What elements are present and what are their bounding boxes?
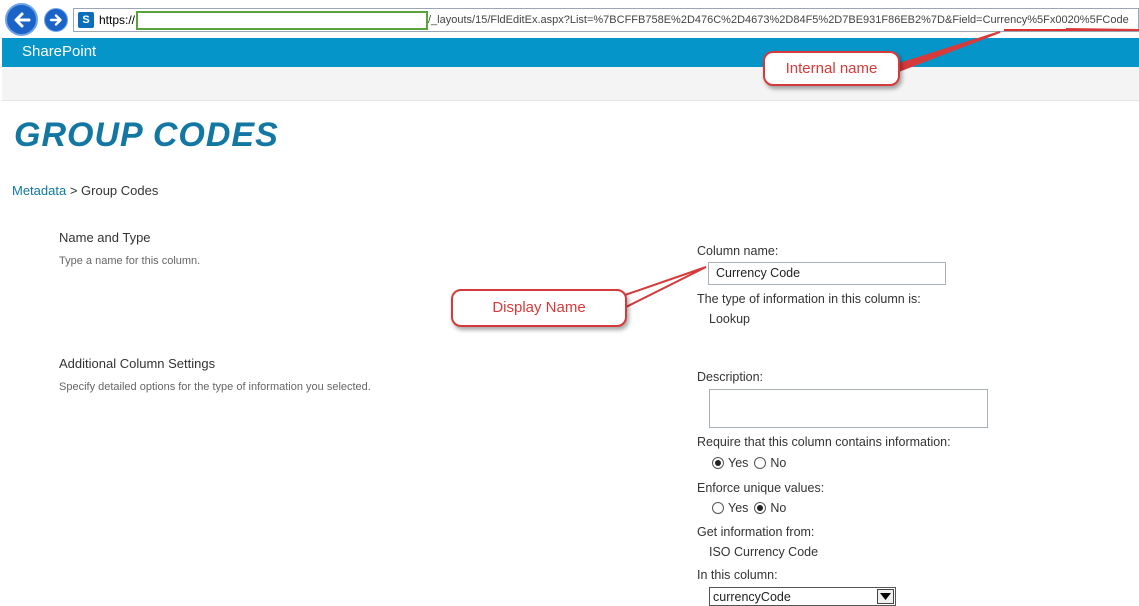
- unique-radio-group: Yes No: [712, 501, 792, 515]
- url-field[interactable]: S https:// /_layouts/15/FldEditEx.aspx?L…: [73, 8, 1139, 32]
- unique-yes-label: Yes: [728, 501, 749, 515]
- section-title-name-type: Name and Type: [59, 230, 151, 245]
- suite-bar-title[interactable]: SharePoint: [22, 43, 96, 60]
- get-info-value: ISO Currency Code: [709, 545, 819, 559]
- page-title: GROUP CODES: [14, 116, 279, 154]
- type-label: The type of information in this column i…: [697, 292, 921, 306]
- suite-bar: SharePoint: [2, 38, 1139, 67]
- require-yes-radio[interactable]: [712, 457, 724, 469]
- arrow-left-icon: [14, 12, 30, 27]
- internal-name-callout: Internal name: [763, 51, 900, 86]
- section-desc-name-type: Type a name for this column.: [59, 255, 201, 267]
- url-path: /_layouts/15/FldEditEx.aspx?List=%7BCFFB…: [428, 14, 1129, 26]
- in-column-select[interactable]: currencyCode: [709, 587, 896, 606]
- require-no-label: No: [770, 456, 787, 470]
- redacted-host-box: [136, 11, 428, 30]
- in-column-label: In this column:: [697, 568, 778, 582]
- breadcrumb-current: Group Codes: [81, 183, 159, 198]
- section-desc-additional: Specify detailed options for the type of…: [59, 381, 371, 393]
- arrow-right-icon: [49, 14, 62, 26]
- breadcrumb: Metadata > Group Codes: [12, 183, 158, 198]
- require-radio-group: Yes No: [712, 456, 792, 470]
- unique-yes-radio[interactable]: [712, 502, 724, 514]
- column-name-label: Column name:: [697, 244, 779, 258]
- description-textarea[interactable]: [709, 389, 988, 428]
- unique-no-label: No: [770, 501, 787, 515]
- browser-address-bar: S https:// /_layouts/15/FldEditEx.aspx?L…: [0, 0, 1139, 38]
- require-yes-label: Yes: [728, 456, 749, 470]
- type-value: Lookup: [709, 312, 751, 326]
- ribbon: [2, 67, 1139, 101]
- forward-button[interactable]: [44, 8, 68, 32]
- display-name-callout: Display Name: [451, 289, 627, 327]
- chevron-down-icon[interactable]: [877, 589, 894, 604]
- back-button[interactable]: [5, 3, 38, 36]
- display-name-pointer: [620, 266, 707, 309]
- internal-name-underline: [1004, 29, 1139, 31]
- sharepoint-icon: S: [78, 12, 94, 28]
- breadcrumb-separator: >: [66, 183, 82, 198]
- column-name-input[interactable]: Currency Code: [708, 262, 946, 285]
- require-label: Require that this column contains inform…: [697, 435, 951, 449]
- description-label: Description:: [697, 370, 763, 384]
- unique-no-radio[interactable]: [754, 502, 767, 514]
- section-title-additional: Additional Column Settings: [59, 356, 216, 371]
- get-info-label: Get information from:: [697, 525, 815, 539]
- url-prefix: https://: [99, 13, 136, 27]
- in-column-selected-value: currencyCode: [713, 590, 791, 604]
- require-no-radio[interactable]: [754, 457, 767, 469]
- unique-label: Enforce unique values:: [697, 481, 825, 495]
- breadcrumb-link-metadata[interactable]: Metadata: [12, 183, 66, 198]
